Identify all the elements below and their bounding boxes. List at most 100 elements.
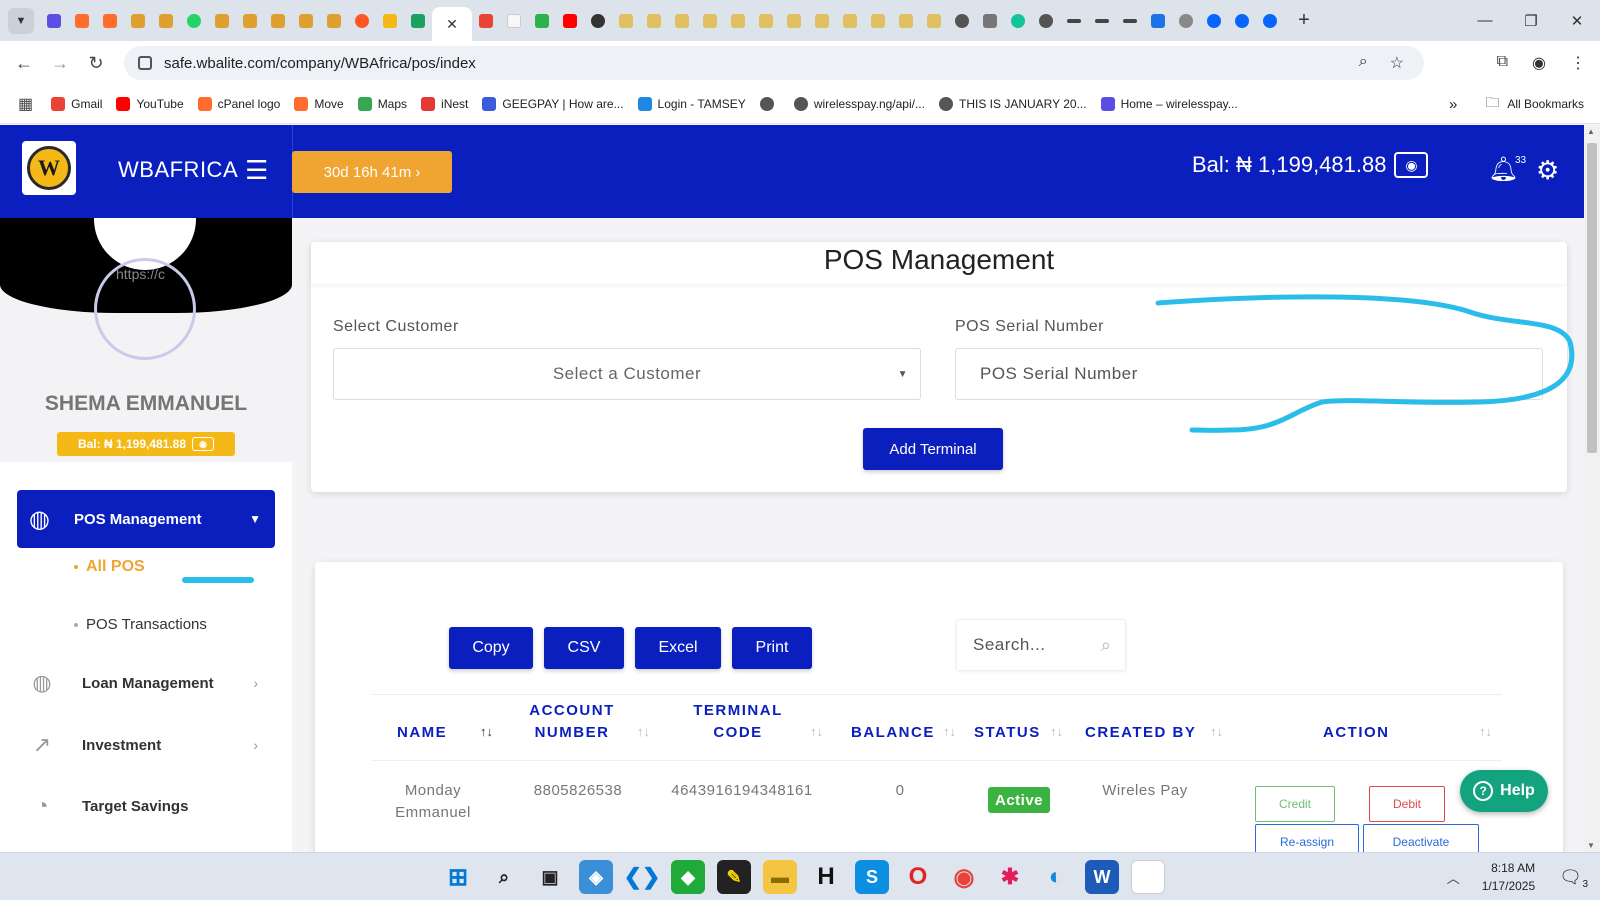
more-bookmarks-icon[interactable]: » bbox=[1449, 96, 1457, 113]
sort-icon[interactable]: ↑↓ bbox=[637, 724, 650, 739]
browser-tab[interactable] bbox=[472, 7, 500, 35]
credit-button[interactable]: Credit bbox=[1255, 786, 1335, 822]
sticky-notes-icon[interactable]: ✎ bbox=[717, 860, 751, 894]
browser-tab[interactable] bbox=[1172, 7, 1200, 35]
browser-menu-icon[interactable]: ⋮ bbox=[1570, 53, 1586, 73]
col-header-terminal-code[interactable]: TERMINAL CODE bbox=[689, 700, 787, 744]
close-window-icon[interactable]: ✕ bbox=[1554, 0, 1600, 41]
browser-tab[interactable] bbox=[892, 7, 920, 35]
company-logo[interactable]: W bbox=[22, 141, 76, 195]
browser-tab[interactable] bbox=[404, 7, 432, 35]
sidebar-item-pos-management[interactable]: ◍ POS Management ▼ bbox=[17, 490, 275, 548]
tab-close-icon[interactable]: ✕ bbox=[446, 16, 458, 33]
bookmark-item[interactable]: Login - TAMSEY bbox=[637, 97, 746, 111]
browser-tab[interactable] bbox=[696, 7, 724, 35]
clock[interactable]: 8:18 AM 1/17/2025 bbox=[1482, 859, 1535, 895]
col-header-name[interactable]: NAME bbox=[397, 722, 447, 744]
vscode-icon[interactable]: ❮❯ bbox=[624, 860, 661, 894]
excel-button[interactable]: Excel bbox=[635, 627, 721, 669]
browser-tab[interactable] bbox=[780, 7, 808, 35]
restore-icon[interactable]: ❐ bbox=[1508, 0, 1554, 41]
browser-tab[interactable] bbox=[1060, 7, 1088, 35]
browser-tab[interactable] bbox=[236, 7, 264, 35]
bookmark-star-icon[interactable]: ☆ bbox=[1390, 53, 1404, 73]
reload-icon[interactable]: ↻ bbox=[78, 53, 114, 74]
bookmark-item[interactable]: cPanel logo bbox=[197, 97, 280, 111]
app-icon[interactable]: ◈ bbox=[579, 860, 613, 894]
settings-gear-icon[interactable]: ⚙ bbox=[1536, 155, 1559, 186]
bookmark-item[interactable]: THIS IS JANUARY 20... bbox=[938, 97, 1087, 111]
browser-tab[interactable] bbox=[1228, 7, 1256, 35]
search-icon[interactable]: ⌕ bbox=[487, 860, 521, 894]
col-header-account-number[interactable]: ACCOUNT NUMBER bbox=[523, 700, 621, 744]
browser-tab[interactable] bbox=[640, 7, 668, 35]
browser-tab[interactable] bbox=[124, 7, 152, 35]
browser-tab[interactable] bbox=[292, 7, 320, 35]
apps-grid-icon[interactable]: ▦ bbox=[18, 94, 33, 114]
sort-icon[interactable]: ↑↓ bbox=[1050, 724, 1063, 739]
browser-tab[interactable] bbox=[500, 7, 528, 35]
browser-tab[interactable] bbox=[584, 7, 612, 35]
zoom-icon[interactable]: ⌕ bbox=[1359, 53, 1368, 73]
chrome-icon[interactable]: ◉ bbox=[947, 860, 981, 894]
csv-button[interactable]: CSV bbox=[544, 627, 624, 669]
slack-icon[interactable]: ✱ bbox=[993, 860, 1027, 894]
add-terminal-button[interactable]: Add Terminal bbox=[863, 428, 1003, 470]
browser-tab[interactable] bbox=[1256, 7, 1284, 35]
profile-avatar-icon[interactable]: ◉ bbox=[1532, 53, 1546, 73]
debit-button[interactable]: Debit bbox=[1369, 786, 1445, 822]
new-tab-button[interactable]: + bbox=[1292, 9, 1316, 32]
task-view-icon[interactable]: ▣ bbox=[533, 860, 567, 894]
notification-bell-icon[interactable]: 🔔︎ bbox=[1488, 155, 1518, 184]
browser-tab[interactable] bbox=[376, 7, 404, 35]
browser-tab[interactable] bbox=[40, 7, 68, 35]
app-icon[interactable]: ◆ bbox=[671, 860, 705, 894]
sidebar-item-target-savings[interactable]: ◔ Target Savings bbox=[28, 791, 278, 821]
browser-tab[interactable] bbox=[528, 7, 556, 35]
browser-tab[interactable] bbox=[152, 7, 180, 35]
browser-tab[interactable] bbox=[920, 7, 948, 35]
url-text[interactable]: safe.wbalite.com/company/WBAfrica/pos/in… bbox=[164, 55, 476, 72]
bookmark-item[interactable]: Gmail bbox=[51, 97, 102, 111]
browser-tab[interactable] bbox=[752, 7, 780, 35]
minimize-icon[interactable]: — bbox=[1462, 0, 1508, 41]
browser-tab[interactable] bbox=[1200, 7, 1228, 35]
sort-icon[interactable]: ↑↓ bbox=[943, 724, 956, 739]
scrollbar-thumb[interactable] bbox=[1587, 143, 1597, 453]
menu-toggle-icon[interactable]: ☰ bbox=[245, 155, 268, 186]
col-header-created-by[interactable]: CREATED BY bbox=[1085, 722, 1196, 744]
browser-tab[interactable] bbox=[808, 7, 836, 35]
skype-icon[interactable]: S bbox=[855, 860, 889, 894]
notification-center-icon[interactable]: 🗨 bbox=[1559, 867, 1582, 888]
address-bar[interactable]: safe.wbalite.com/company/WBAfrica/pos/in… bbox=[124, 46, 1424, 80]
col-header-balance[interactable]: BALANCE bbox=[851, 722, 935, 744]
bookmark-item[interactable]: Move bbox=[294, 97, 344, 111]
browser-tab[interactable] bbox=[180, 7, 208, 35]
col-header-action[interactable]: ACTION bbox=[1323, 722, 1390, 744]
submenu-all-pos[interactable]: All POS bbox=[74, 558, 145, 576]
word-icon[interactable]: W bbox=[1085, 860, 1119, 894]
sidebar-item-investment[interactable]: ↗ Investment › bbox=[28, 730, 278, 760]
active-tab[interactable]: ✕ bbox=[432, 7, 472, 41]
browser-tab[interactable] bbox=[320, 7, 348, 35]
col-header-status[interactable]: STATUS bbox=[974, 722, 1041, 744]
browser-tab[interactable] bbox=[208, 7, 236, 35]
customer-select[interactable]: Select a Customer ▼ bbox=[333, 348, 921, 400]
app-h-icon[interactable]: H bbox=[809, 860, 843, 894]
browser-tab[interactable] bbox=[724, 7, 752, 35]
browser-tab[interactable] bbox=[948, 7, 976, 35]
browser-tab[interactable] bbox=[1144, 7, 1172, 35]
chevron-up-icon[interactable]: ︿ bbox=[1447, 868, 1460, 887]
scroll-up-icon[interactable]: ▲ bbox=[1587, 127, 1595, 136]
sidebar-eye-icon[interactable]: ◉ bbox=[192, 437, 215, 451]
bookmark-item[interactable]: GEEGPAY | How are... bbox=[482, 97, 624, 111]
back-icon[interactable]: ← bbox=[6, 53, 42, 74]
subscription-timer-button[interactable]: 30d 16h 41m › bbox=[292, 151, 452, 193]
print-button[interactable]: Print bbox=[732, 627, 812, 669]
all-bookmarks-link[interactable]: All Bookmarks bbox=[1507, 97, 1584, 111]
browser-tab[interactable] bbox=[1032, 7, 1060, 35]
browser-tab[interactable] bbox=[556, 7, 584, 35]
copy-button[interactable]: Copy bbox=[449, 627, 533, 669]
tab-search-icon[interactable]: ▼ bbox=[8, 7, 34, 34]
bookmark-item[interactable]: wirelesspay.ng/api/... bbox=[793, 97, 925, 111]
